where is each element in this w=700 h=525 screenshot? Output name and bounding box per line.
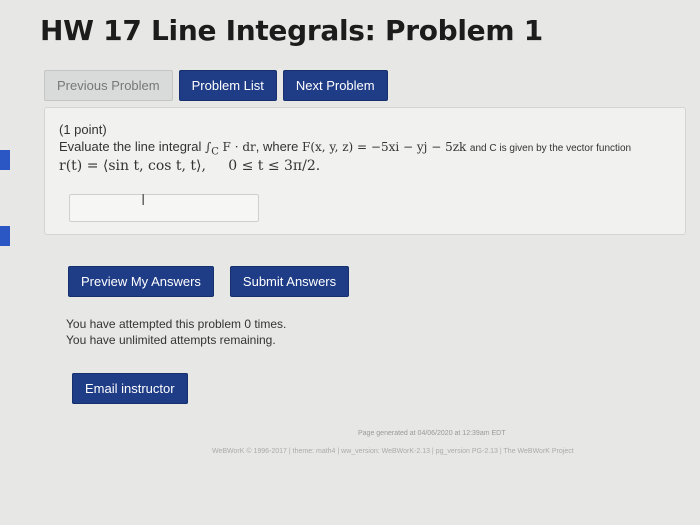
vector-field: F(x, y, z) = −5xi − yj − 5zk xyxy=(302,140,467,154)
preview-answers-button[interactable]: Preview My Answers xyxy=(68,266,214,297)
problem-nav: Previous Problem Problem List Next Probl… xyxy=(44,70,388,101)
answer-actions: Preview My Answers Submit Answers xyxy=(68,266,350,297)
attempts-remaining: You have unlimited attempts remaining. xyxy=(66,333,276,347)
problem-list-button[interactable]: Problem List xyxy=(178,70,277,101)
email-instructor-button[interactable]: Email instructor xyxy=(72,373,188,404)
integral-body: F · dr xyxy=(222,140,256,154)
problem-statement-line2: r(t) = ⟨sin t, cos t, t⟩, 0 ≤ t ≤ 3π/2. xyxy=(59,158,320,174)
problem-points: (1 point) xyxy=(59,122,107,137)
text-cursor-icon: I xyxy=(141,192,146,209)
problem-box: (1 point) Evaluate the line integral ∫C … xyxy=(44,107,686,235)
integral-sign: ∫C xyxy=(205,140,219,158)
answer-input[interactable] xyxy=(69,194,259,222)
curve-expression: r(t) = ⟨sin t, cos t, t⟩, xyxy=(59,158,206,174)
email-instructor-wrapper: Email instructor xyxy=(72,373,188,404)
problem-statement-line1: Evaluate the line integral ∫C F · dr, wh… xyxy=(59,139,631,157)
text-prefix: Evaluate the line integral xyxy=(59,139,202,154)
text-where: , where xyxy=(255,139,299,154)
next-problem-button[interactable]: Next Problem xyxy=(282,70,388,101)
side-tab-marker xyxy=(0,150,10,170)
footer-generated: Page generated at 04/06/2020 at 12:39am … xyxy=(358,430,506,437)
interval-expression: 0 ≤ t ≤ 3π/2. xyxy=(228,158,321,174)
page-title: HW 17 Line Integrals: Problem 1 xyxy=(40,14,543,47)
previous-problem-button[interactable]: Previous Problem xyxy=(44,70,173,101)
footer-version: WeBWorK © 1996-2017 | theme: math4 | ww_… xyxy=(212,448,574,455)
attempts-count: You have attempted this problem 0 times. xyxy=(66,317,287,331)
attempts-status: You have attempted this problem 0 times.… xyxy=(66,316,286,348)
submit-answers-button[interactable]: Submit Answers xyxy=(229,266,350,297)
text-suffix: and C is given by the vector function xyxy=(469,143,632,154)
side-tab-marker xyxy=(0,226,10,246)
